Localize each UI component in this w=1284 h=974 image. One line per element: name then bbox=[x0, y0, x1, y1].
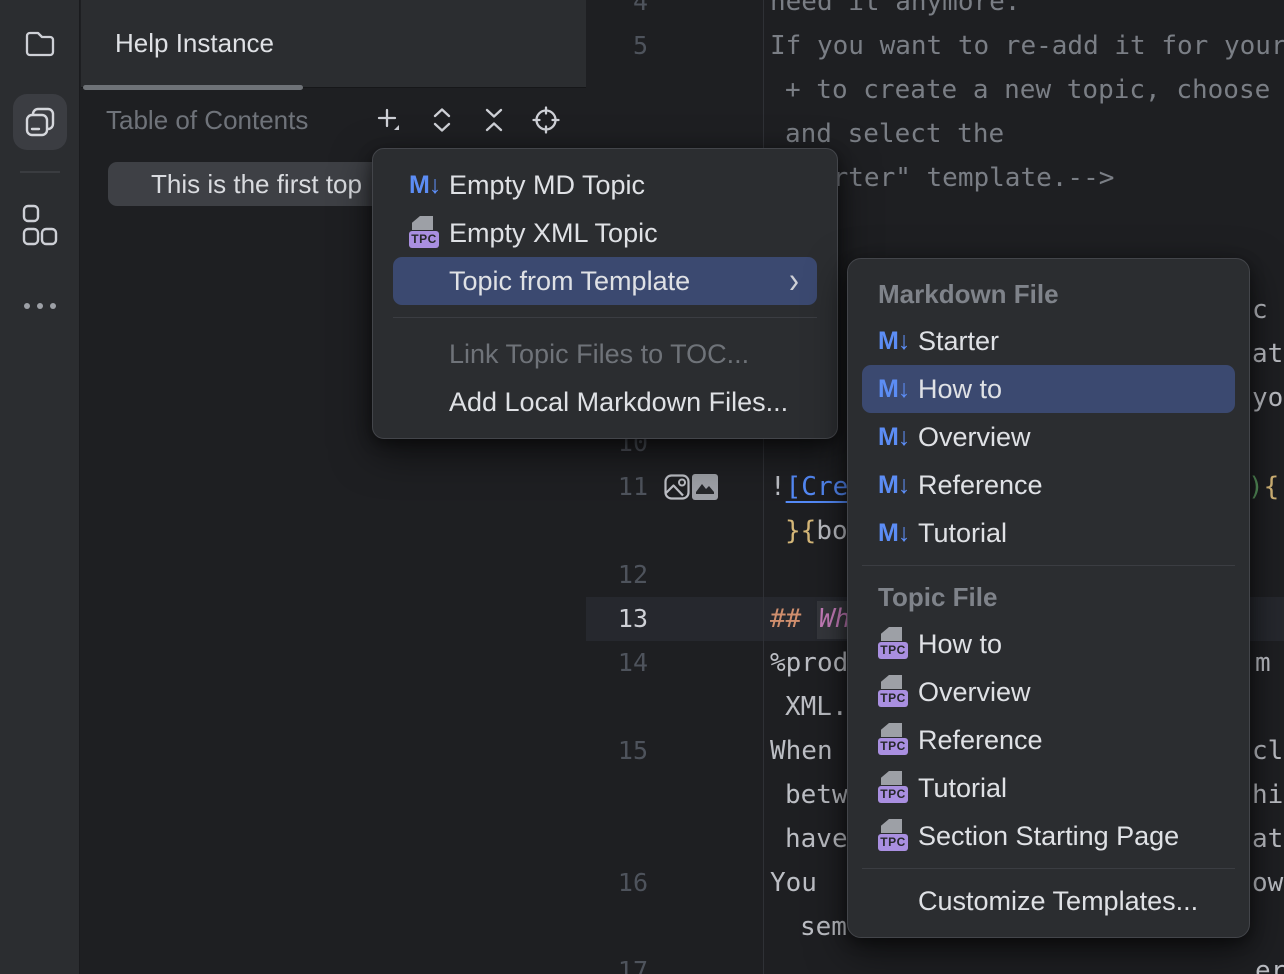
code-line-heading: ## Wh bbox=[770, 597, 854, 641]
markdown-file-icon: M↓ bbox=[878, 423, 906, 452]
menu-separator bbox=[393, 317, 817, 318]
line-number: 14 bbox=[586, 641, 648, 685]
code-line-sliver: yo bbox=[1252, 376, 1283, 420]
topic-file-icon: TPC bbox=[878, 819, 906, 853]
topic-file-icon: TPC bbox=[878, 771, 906, 805]
submenu-item-tpc-tutorial[interactable]: TPC Tutorial bbox=[862, 764, 1235, 812]
topic-file-icon: TPC bbox=[878, 627, 906, 661]
code-line: + to create a new topic, choose bbox=[785, 68, 1284, 112]
activity-divider bbox=[20, 171, 60, 173]
toc-tree-item-label: This is the first top bbox=[151, 162, 362, 206]
collapse-all-icon[interactable] bbox=[476, 102, 512, 138]
code-line: ![Cre bbox=[770, 465, 848, 509]
instances-icon[interactable] bbox=[22, 104, 58, 140]
menu-item-empty-xml-topic[interactable]: TPC Empty XML Topic bbox=[393, 209, 817, 257]
submenu-section-header: Markdown File bbox=[862, 271, 1235, 317]
menu-separator bbox=[862, 565, 1235, 566]
code-line: }{bo bbox=[785, 509, 848, 553]
code-line: sem bbox=[800, 905, 847, 949]
submenu-item-tpc-overview[interactable]: TPC Overview bbox=[862, 668, 1235, 716]
line-number: 5 bbox=[586, 24, 648, 68]
submenu-item-md-overview[interactable]: M↓ Overview bbox=[862, 413, 1235, 461]
code-line: You bbox=[770, 861, 817, 905]
code-line: betw bbox=[785, 773, 848, 817]
panel-title: Table of Contents bbox=[106, 98, 308, 142]
code-line-sliver: cl bbox=[1252, 729, 1283, 773]
topic-file-icon: TPC bbox=[409, 216, 437, 250]
active-tab-underline bbox=[83, 85, 303, 90]
expand-all-icon[interactable] bbox=[424, 102, 460, 138]
menu-separator bbox=[862, 868, 1235, 869]
submenu-item-tpc-reference[interactable]: TPC Reference bbox=[862, 716, 1235, 764]
code-line-sliver: ){ bbox=[1248, 465, 1279, 509]
gutter-separator bbox=[763, 0, 764, 974]
markdown-file-icon: M↓ bbox=[409, 171, 437, 200]
code-line: When bbox=[770, 729, 833, 773]
submenu-section-header: Topic File bbox=[862, 574, 1235, 620]
markdown-file-icon: M↓ bbox=[878, 471, 906, 500]
menu-item-empty-md-topic[interactable]: M↓ Empty MD Topic bbox=[393, 161, 817, 209]
topic-file-icon: TPC bbox=[878, 675, 906, 709]
menu-item-link-topic-files: Link Topic Files to TOC... bbox=[393, 330, 817, 378]
line-number: 4 bbox=[586, 0, 648, 24]
project-folder-icon[interactable] bbox=[22, 26, 58, 62]
line-number: 17 bbox=[586, 949, 648, 974]
tool-window-header: Help Instance bbox=[81, 0, 586, 88]
image-preview-icon[interactable] bbox=[692, 474, 718, 500]
code-line-sliver: er bbox=[1255, 949, 1284, 974]
locate-target-icon[interactable] bbox=[528, 102, 564, 138]
code-line-sliver: c bbox=[1252, 288, 1268, 332]
more-icon[interactable] bbox=[20, 296, 60, 316]
add-topic-context-menu: M↓ Empty MD Topic TPC Empty XML Topic To… bbox=[372, 148, 838, 439]
submenu-arrow-icon: › bbox=[789, 262, 799, 300]
submenu-item-customize-templates[interactable]: Customize Templates... bbox=[862, 877, 1235, 925]
code-line: need it anymore. bbox=[770, 0, 1020, 24]
submenu-item-md-how-to[interactable]: M↓ How to bbox=[862, 365, 1235, 413]
image-outline-icon[interactable] bbox=[663, 473, 691, 501]
template-submenu: Markdown File M↓ Starter M↓ How to M↓ Ov… bbox=[847, 258, 1250, 938]
add-topic-button[interactable] bbox=[371, 102, 407, 138]
line-number: 11 bbox=[586, 465, 648, 509]
menu-item-add-local-markdown[interactable]: Add Local Markdown Files... bbox=[393, 378, 817, 426]
line-number-current: 13 bbox=[586, 597, 648, 641]
code-line-sliver: at bbox=[1252, 332, 1283, 376]
toc-tool-window: Help Instance Table of Contents bbox=[81, 0, 586, 974]
submenu-item-md-tutorial[interactable]: M↓ Tutorial bbox=[862, 509, 1235, 557]
toc-tree-item[interactable]: This is the first top bbox=[108, 162, 390, 206]
code-line-sliver: m bbox=[1255, 641, 1271, 685]
topic-file-icon: TPC bbox=[878, 723, 906, 757]
submenu-item-md-reference[interactable]: M↓ Reference bbox=[862, 461, 1235, 509]
tool-window-title: Help Instance bbox=[115, 0, 274, 86]
markdown-file-icon: M↓ bbox=[878, 327, 906, 356]
code-line: XML. bbox=[785, 685, 848, 729]
markdown-link: [Cre bbox=[786, 472, 849, 502]
code-line-sliver: hi bbox=[1252, 773, 1283, 817]
submenu-item-tpc-how-to[interactable]: TPC How to bbox=[862, 620, 1235, 668]
submenu-item-tpc-section-starting-page[interactable]: TPC Section Starting Page bbox=[862, 812, 1235, 860]
menu-item-topic-from-template[interactable]: Topic from Template › bbox=[393, 257, 817, 305]
code-line: If you want to re-add it for your bbox=[770, 24, 1284, 68]
line-number: 15 bbox=[586, 729, 648, 773]
line-number: 16 bbox=[586, 861, 648, 905]
structure-icon[interactable] bbox=[22, 204, 58, 246]
ide-window: 4 5 10 11 12 13 14 15 16 17 need it anym… bbox=[0, 0, 1284, 974]
code-line-sliver: at bbox=[1252, 817, 1283, 861]
markdown-file-icon: M↓ bbox=[878, 519, 906, 548]
submenu-item-md-starter[interactable]: M↓ Starter bbox=[862, 317, 1235, 365]
code-line: %prod bbox=[770, 641, 848, 685]
code-line: have bbox=[785, 817, 848, 861]
line-number: 12 bbox=[586, 553, 648, 597]
markdown-file-icon: M↓ bbox=[878, 375, 906, 404]
activity-bar bbox=[0, 0, 80, 974]
code-line-sliver: ow bbox=[1252, 861, 1283, 905]
